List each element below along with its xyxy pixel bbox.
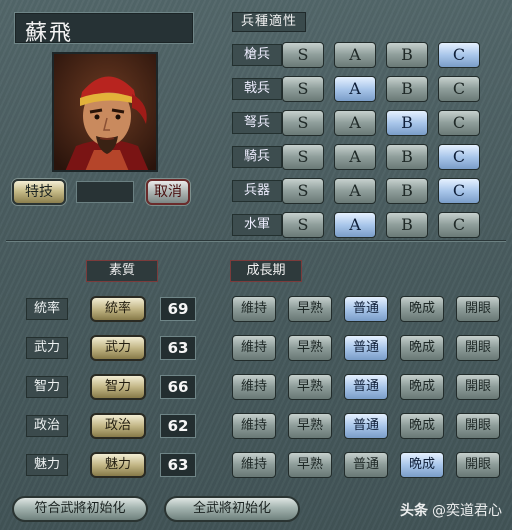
aptitude-grade-button[interactable]: C [438,212,480,238]
growth-option-button[interactable]: 早熟 [288,452,332,478]
aptitude-title: 兵種適性 [232,12,306,32]
growth-option-button[interactable]: 維持 [232,452,276,478]
growth-option-button[interactable]: 開眼 [456,413,500,439]
stat-value[interactable]: 63 [160,336,196,360]
aptitude-row-label: 兵器 [232,180,282,202]
reset-all-label: 全武將初始化 [192,501,271,516]
watermark-brand: 头条 [400,503,428,519]
growth-option-button[interactable]: 維持 [232,335,276,361]
aptitude-row-label: 戟兵 [232,78,282,100]
stat-button[interactable]: 智力 [90,374,146,400]
aptitude-row-label: 弩兵 [232,112,282,134]
portrait-image [54,54,156,170]
growth-option-button[interactable]: 維持 [232,374,276,400]
growth-option-button[interactable]: 晩成 [400,296,444,322]
general-edit-panel: 蘇飛 特技 取消 兵種適性 槍兵 S A B C 戟兵 S A B C 弩兵 S… [0,0,512,530]
special-skill-field[interactable] [76,181,134,203]
watermark-account: @奕道君心 [432,503,502,519]
quality-header: 素質 [86,260,158,282]
stat-button[interactable]: 政治 [90,413,146,439]
growth-option-button[interactable]: 維持 [232,413,276,439]
aptitude-grade-button[interactable]: S [282,178,324,204]
watermark: 头条 @奕道君心 [400,500,502,520]
aptitude-grade-button[interactable]: B [386,212,428,238]
general-name: 蘇飛 [25,21,74,46]
stat-value[interactable]: 66 [160,375,196,399]
stat-button[interactable]: 統率 [90,296,146,322]
aptitude-grade-button[interactable]: S [282,76,324,102]
aptitude-grade-button[interactable]: A [334,144,376,170]
special-skill-label: 特技 [25,184,53,200]
stat-label: 政治 [26,415,68,437]
reset-matching-generals-button[interactable]: 符合武將初始化 [12,496,148,522]
aptitude-grade-button[interactable]: C [438,144,480,170]
growth-option-button[interactable]: 早熟 [288,374,332,400]
aptitude-grade-button[interactable]: B [386,144,428,170]
growth-option-button[interactable]: 普通 [344,452,388,478]
growth-option-button[interactable]: 普通 [344,335,388,361]
growth-option-button[interactable]: 開眼 [456,374,500,400]
growth-option-button[interactable]: 普通 [344,296,388,322]
aptitude-row-label: 騎兵 [232,146,282,168]
growth-option-button[interactable]: 普通 [344,374,388,400]
aptitude-grade-button[interactable]: B [386,76,428,102]
cancel-label: 取消 [154,184,182,200]
growth-option-button[interactable]: 晩成 [400,374,444,400]
growth-option-button[interactable]: 開眼 [456,335,500,361]
aptitude-grade-button[interactable]: B [386,178,428,204]
reset-all-generals-button[interactable]: 全武將初始化 [164,496,300,522]
aptitude-grade-button[interactable]: C [438,42,480,68]
aptitude-grade-button[interactable]: A [334,42,376,68]
aptitude-grade-button[interactable]: B [386,42,428,68]
reset-matching-label: 符合武將初始化 [34,501,126,516]
growth-option-button[interactable]: 維持 [232,296,276,322]
aptitude-grade-button[interactable]: S [282,212,324,238]
growth-option-button[interactable]: 晩成 [400,413,444,439]
general-portrait [52,52,158,172]
aptitude-grade-button[interactable]: A [334,212,376,238]
aptitude-grade-button[interactable]: S [282,110,324,136]
stat-value[interactable]: 69 [160,297,196,321]
aptitude-row-label: 槍兵 [232,44,282,66]
general-name-field: 蘇飛 [14,12,194,46]
growth-option-button[interactable]: 早熟 [288,335,332,361]
aptitude-row-label: 水軍 [232,214,282,236]
aptitude-grade-button[interactable]: S [282,144,324,170]
aptitude-grade-button[interactable]: C [438,178,480,204]
aptitude-grade-button[interactable]: A [334,110,376,136]
growth-option-button[interactable]: 開眼 [456,296,500,322]
aptitude-grade-button[interactable]: A [334,178,376,204]
growth-option-button[interactable]: 普通 [344,413,388,439]
section-divider [6,240,506,242]
growth-option-button[interactable]: 開眼 [456,452,500,478]
growth-header: 成長期 [230,260,302,282]
cancel-button[interactable]: 取消 [146,179,190,205]
aptitude-grade-button[interactable]: A [334,76,376,102]
growth-option-button[interactable]: 早熟 [288,413,332,439]
stat-value[interactable]: 63 [160,453,196,477]
aptitude-grade-button[interactable]: B [386,110,428,136]
aptitude-grade-button[interactable]: C [438,76,480,102]
stat-button[interactable]: 武力 [90,335,146,361]
stat-label: 智力 [26,376,68,398]
stat-label: 魅力 [26,454,68,476]
growth-option-button[interactable]: 晩成 [400,452,444,478]
aptitude-grade-button[interactable]: C [438,110,480,136]
stat-value[interactable]: 62 [160,414,196,438]
stat-button[interactable]: 魅力 [90,452,146,478]
stat-label: 統率 [26,298,68,320]
special-skill-button[interactable]: 特技 [12,179,66,205]
growth-option-button[interactable]: 晩成 [400,335,444,361]
growth-option-button[interactable]: 早熟 [288,296,332,322]
stat-label: 武力 [26,337,68,359]
aptitude-grade-button[interactable]: S [282,42,324,68]
